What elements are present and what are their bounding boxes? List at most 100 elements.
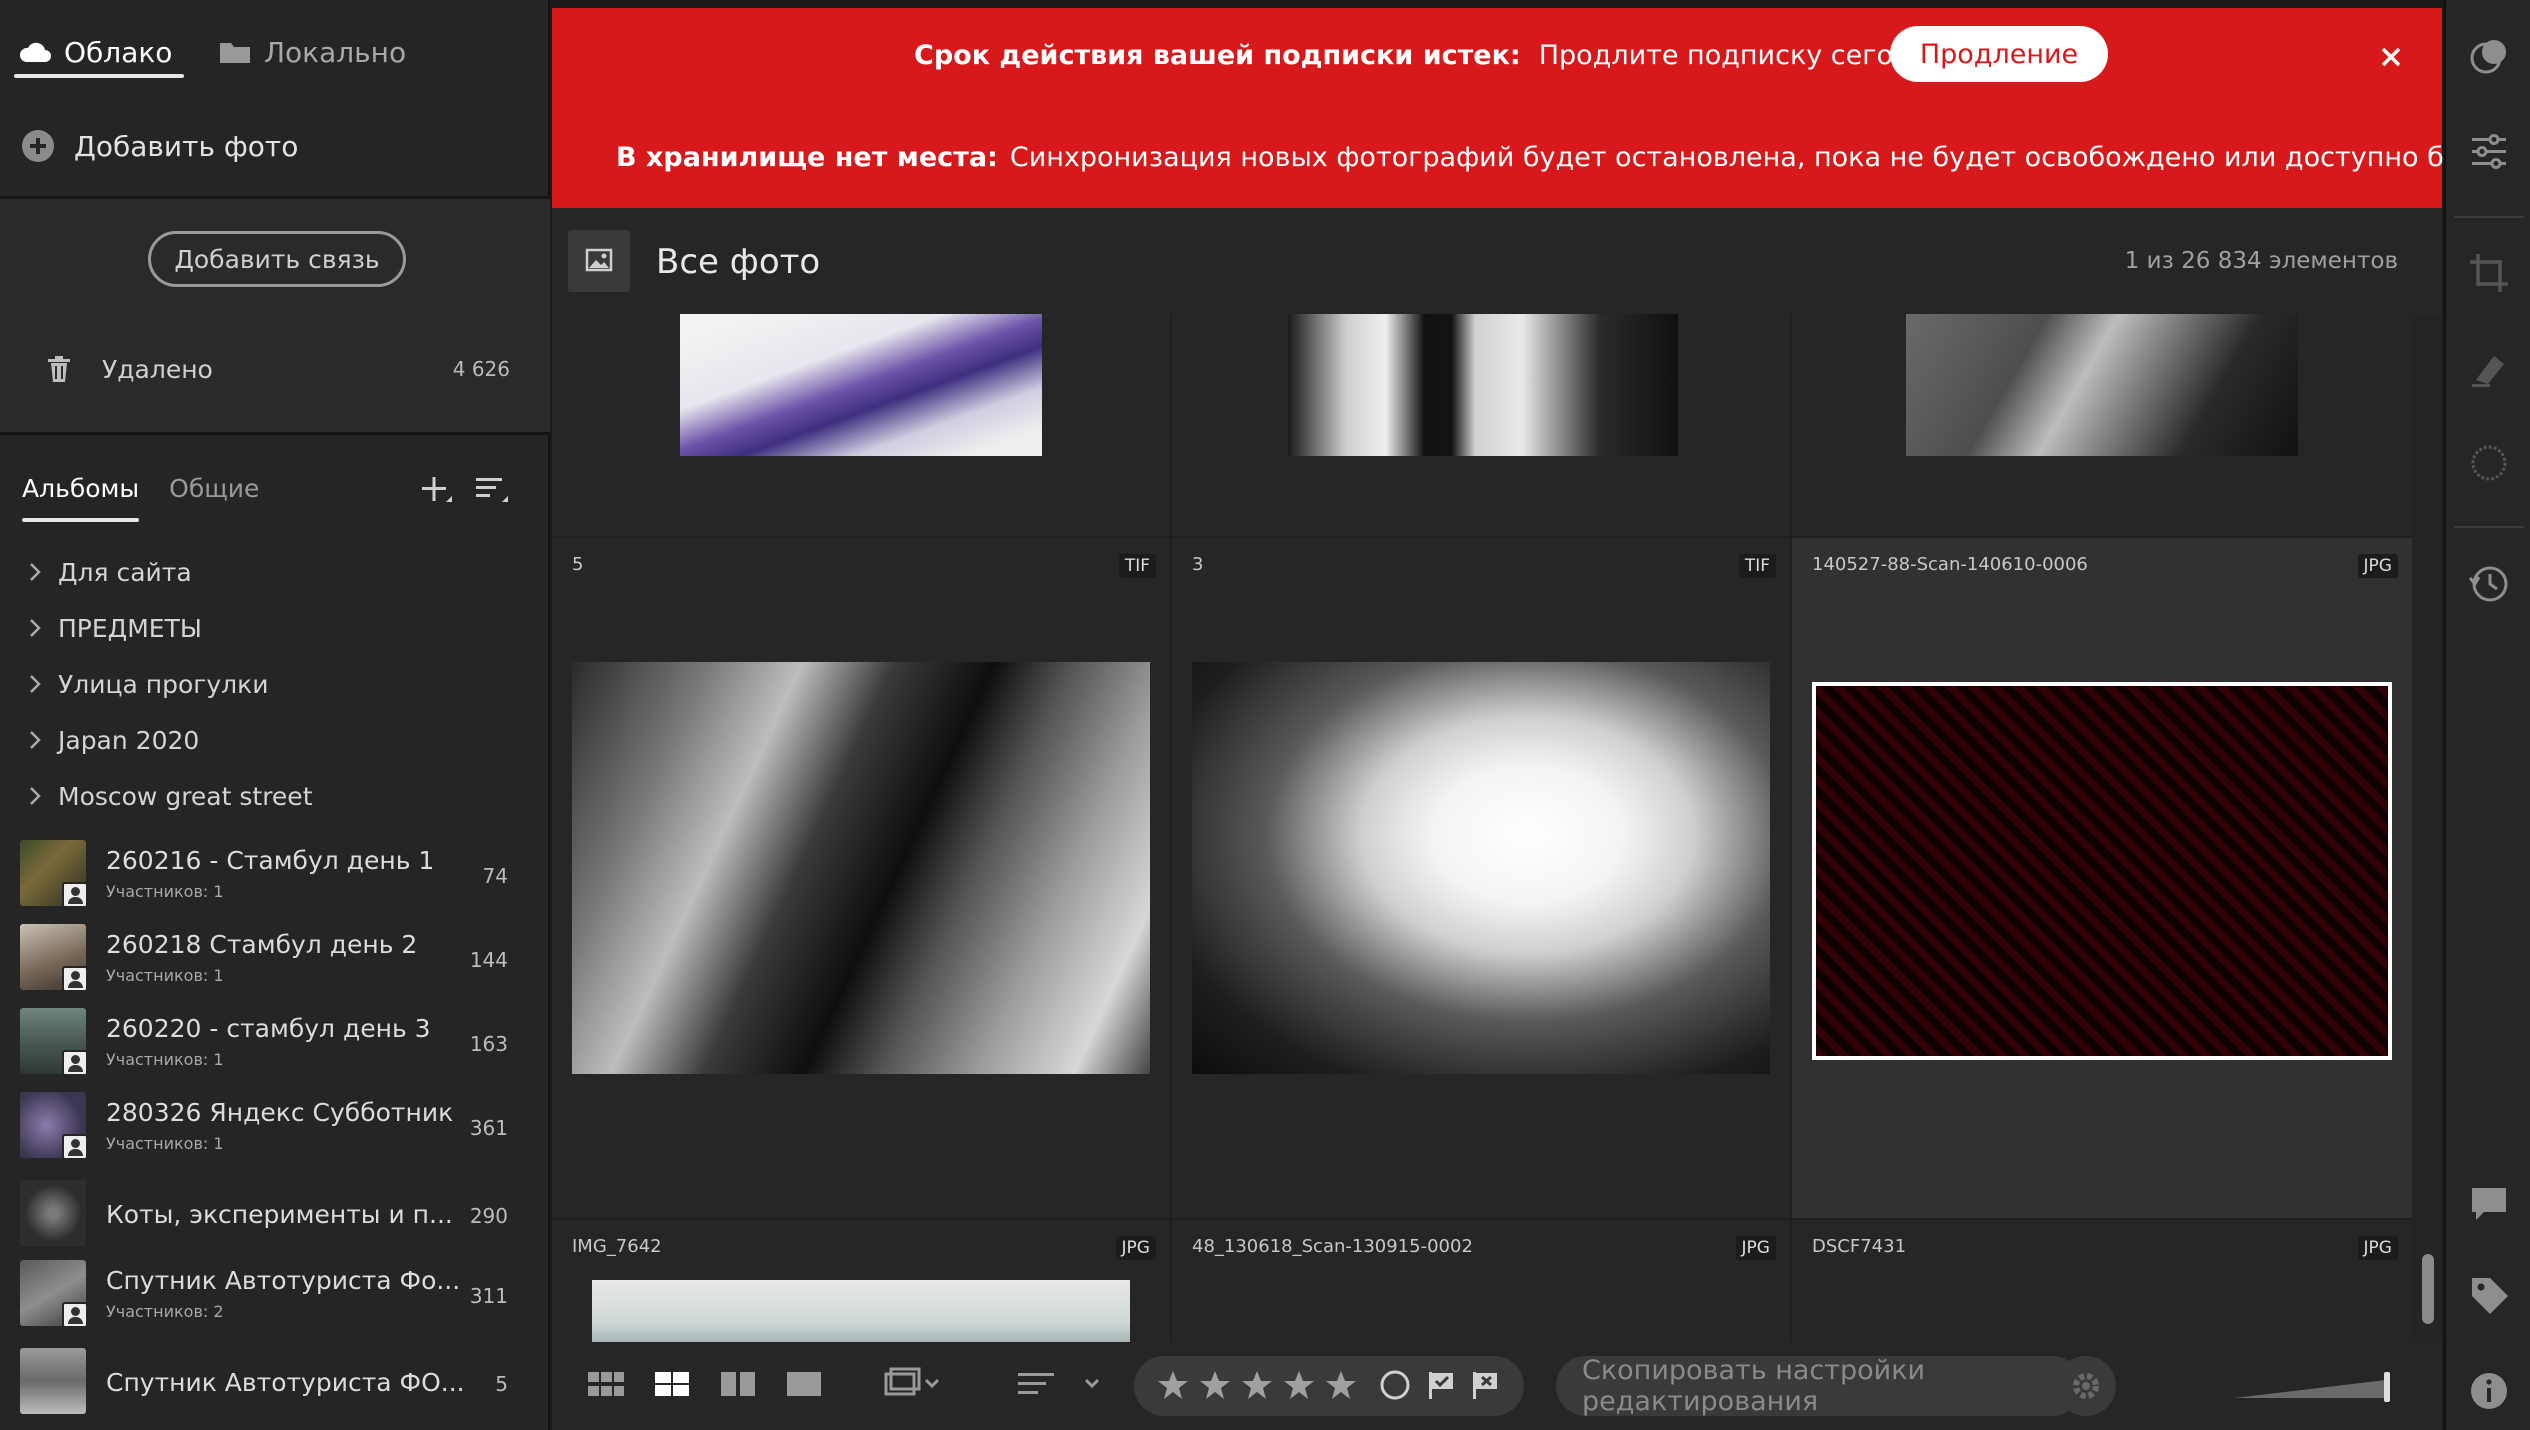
photo-library-icon[interactable] bbox=[568, 230, 630, 292]
album-item[interactable]: 260216 - Стамбул день 1 Участников: 1 74 bbox=[20, 840, 520, 910]
tab-albums[interactable]: Альбомы bbox=[22, 474, 139, 503]
folder-item[interactable]: ПРЕДМЕТЫ bbox=[26, 610, 202, 646]
album-members: Участников: 2 bbox=[106, 1302, 224, 1321]
masking-icon[interactable] bbox=[2466, 440, 2512, 486]
shared-user-icon bbox=[62, 1050, 88, 1076]
album-name: 280326 Яндекс Субботник bbox=[106, 1098, 454, 1127]
photo-cell[interactable]: DSCF7431 JPG bbox=[1792, 1220, 2412, 1344]
photo-cell[interactable] bbox=[552, 314, 1170, 536]
deleted-label: Удалено bbox=[102, 354, 213, 384]
compare-view-icon[interactable] bbox=[718, 1364, 758, 1404]
shared-user-icon bbox=[62, 966, 88, 992]
photo-thumbnail bbox=[592, 1280, 1130, 1344]
folder-item[interactable]: Улица прогулки bbox=[26, 666, 269, 702]
edit-icon[interactable] bbox=[2466, 34, 2512, 80]
folder-label: Moscow great street bbox=[58, 781, 313, 811]
close-icon[interactable] bbox=[2376, 42, 2406, 72]
star-icon[interactable] bbox=[1240, 1368, 1274, 1402]
add-album-icon[interactable] bbox=[416, 470, 454, 508]
photo-thumbnail bbox=[572, 662, 1150, 1074]
album-item[interactable]: 280326 Яндекс Субботник Участников: 1 36… bbox=[20, 1092, 520, 1162]
tab-local-label: Локально bbox=[264, 35, 407, 69]
healing-brush-icon[interactable] bbox=[2466, 346, 2512, 392]
album-item[interactable]: Коты, эксперименты и п... 290 bbox=[20, 1180, 520, 1250]
folder-item[interactable]: Japan 2020 bbox=[26, 722, 199, 758]
photo-thumbnail bbox=[680, 314, 1042, 456]
shared-user-icon bbox=[62, 882, 88, 908]
renew-button[interactable]: Продление bbox=[1890, 26, 2108, 82]
album-count: 74 bbox=[482, 864, 508, 888]
deleted-item[interactable]: Удалено 4 626 bbox=[46, 349, 510, 389]
star-icon[interactable] bbox=[1282, 1368, 1316, 1402]
album-item[interactable]: 260220 - стамбул день 3 Участников: 1 16… bbox=[20, 1008, 520, 1078]
photo-filename: 140527-88-Scan-140610-0006 bbox=[1812, 554, 2088, 575]
photo-thumbnail bbox=[1906, 314, 2298, 456]
adjustments-sliders-icon[interactable] bbox=[2466, 128, 2512, 174]
photo-cell[interactable]: IMG_7642 JPG bbox=[552, 1220, 1170, 1344]
photo-grid-view-icon[interactable] bbox=[652, 1364, 692, 1404]
folder-item[interactable]: Для сайта bbox=[26, 554, 192, 590]
copy-edit-settings-button[interactable]: Скопировать настройки редактирования bbox=[1556, 1355, 2082, 1417]
photo-cell[interactable]: 5 TIF bbox=[552, 538, 1170, 1218]
file-type-badge: TIF bbox=[1118, 554, 1156, 578]
left-sidebar: Облако Локально Добавить фото Добавить с… bbox=[0, 0, 550, 1430]
info-icon[interactable] bbox=[2466, 1368, 2512, 1414]
scrollbar-thumb[interactable] bbox=[2422, 1254, 2434, 1324]
plus-circle-icon bbox=[22, 130, 54, 162]
album-item[interactable]: Спутник Автотуриста ФО... 5 bbox=[20, 1348, 520, 1418]
photo-cell[interactable]: 3 TIF bbox=[1172, 538, 1790, 1218]
shared-user-icon bbox=[62, 1302, 88, 1328]
add-link-button[interactable]: Добавить связь bbox=[148, 231, 406, 287]
slideshow-dropdown-icon[interactable] bbox=[882, 1364, 942, 1404]
tag-icon[interactable] bbox=[2466, 1272, 2512, 1318]
album-members: Участников: 1 bbox=[106, 966, 224, 985]
star-icon[interactable] bbox=[1324, 1368, 1358, 1402]
shared-user-icon bbox=[62, 1134, 88, 1160]
album-count: 290 bbox=[469, 1204, 508, 1228]
history-icon[interactable] bbox=[2466, 560, 2512, 606]
star-icon[interactable] bbox=[1156, 1368, 1190, 1402]
add-photo-button[interactable]: Добавить фото bbox=[22, 126, 298, 166]
star-icon[interactable] bbox=[1198, 1368, 1232, 1402]
album-members: Участников: 1 bbox=[106, 882, 224, 901]
subscription-expired-message: Срок действия вашей подписки истек: Продл… bbox=[914, 40, 1954, 71]
album-count: 361 bbox=[469, 1116, 508, 1140]
active-tab-indicator bbox=[14, 74, 184, 78]
storage-full-message: В хранилище нет места: Синхронизация новы… bbox=[616, 142, 2530, 173]
comment-icon[interactable] bbox=[2466, 1180, 2512, 1226]
photo-cell[interactable] bbox=[1172, 314, 1790, 536]
file-type-badge: JPG bbox=[2357, 1236, 2398, 1260]
gear-icon[interactable] bbox=[2056, 1356, 2116, 1416]
tab-shared[interactable]: Общие bbox=[169, 474, 259, 503]
trash-icon bbox=[48, 356, 70, 382]
photo-cell-selected[interactable]: 140527-88-Scan-140610-0006 JPG bbox=[1792, 538, 2412, 1218]
detail-view-icon[interactable] bbox=[784, 1364, 824, 1404]
cloud-icon bbox=[19, 42, 51, 62]
file-type-badge: JPG bbox=[1115, 1236, 1156, 1260]
chevron-right-icon bbox=[30, 787, 41, 805]
photo-cell[interactable] bbox=[1792, 314, 2412, 536]
subscription-expired-title: Срок действия вашей подписки истек: bbox=[914, 40, 1521, 71]
thumbnail-size-slider[interactable] bbox=[2234, 1370, 2394, 1404]
folder-item[interactable]: Moscow great street bbox=[26, 778, 313, 814]
reject-flag-icon[interactable] bbox=[1468, 1368, 1502, 1402]
sort-icon[interactable] bbox=[472, 470, 510, 508]
album-item[interactable]: 260218 Стамбул день 2 Участников: 1 144 bbox=[20, 924, 520, 994]
album-name: 260220 - стамбул день 3 bbox=[106, 1014, 431, 1043]
crop-icon[interactable] bbox=[2466, 250, 2512, 296]
unflagged-icon[interactable] bbox=[1378, 1368, 1412, 1402]
album-count: 144 bbox=[469, 948, 508, 972]
divider bbox=[0, 432, 550, 435]
chevron-right-icon bbox=[30, 731, 41, 749]
album-thumbnail bbox=[20, 1348, 86, 1414]
sort-dropdown-icon[interactable] bbox=[1014, 1364, 1114, 1404]
pick-flag-icon[interactable] bbox=[1424, 1368, 1458, 1402]
grid-scrollbar[interactable] bbox=[2412, 316, 2442, 1342]
add-photo-label: Добавить фото bbox=[74, 129, 299, 163]
tab-local[interactable]: Локально bbox=[218, 28, 406, 76]
subscription-banner: Срок действия вашей подписки истек: Продл… bbox=[552, 8, 2530, 208]
tab-cloud[interactable]: Облако bbox=[18, 28, 172, 76]
square-grid-view-icon[interactable] bbox=[586, 1364, 626, 1404]
photo-cell[interactable]: 48_130618_Scan-130915-0002 JPG bbox=[1172, 1220, 1790, 1344]
album-item[interactable]: Спутник Автотуриста Фо... Участников: 2 … bbox=[20, 1260, 520, 1330]
